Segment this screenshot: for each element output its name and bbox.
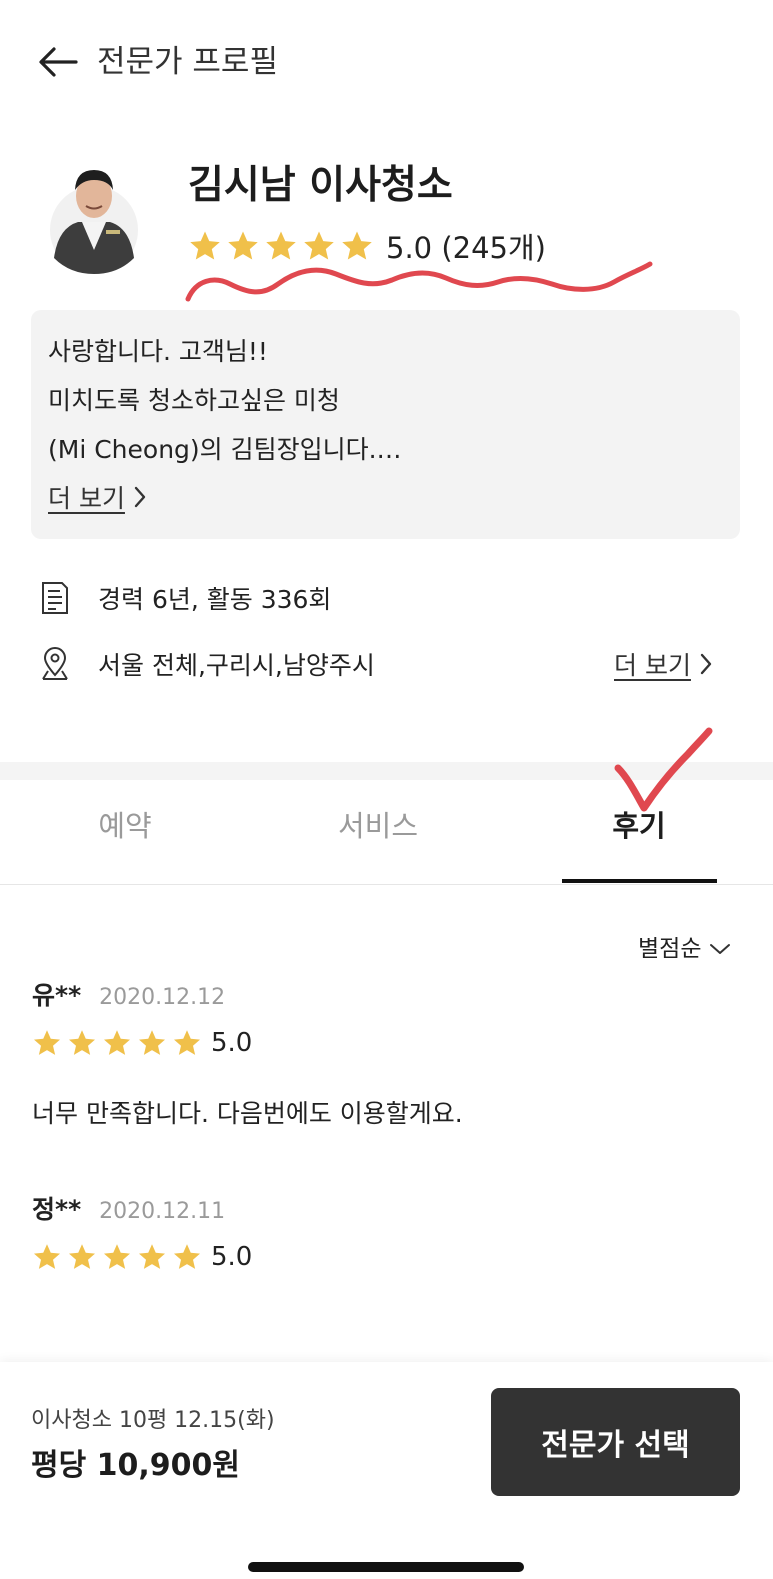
reviewer-name: 정** — [32, 1195, 82, 1224]
review-score: 5.0 — [211, 1028, 253, 1058]
active-tab-indicator — [562, 879, 717, 883]
intro-line: (Mi Cheong)의 김팀장입니다.… — [48, 435, 402, 464]
star-icon — [228, 231, 258, 260]
select-expert-button[interactable]: 전문가 선택 — [491, 1388, 740, 1496]
more-label: 더 보기 — [614, 651, 691, 680]
tab-reviews[interactable]: 후기 — [514, 800, 764, 852]
rating-summary: 5.0 (245개) — [188, 226, 546, 266]
tab-reservation[interactable]: 예약 — [0, 800, 250, 852]
back-button[interactable] — [34, 38, 82, 86]
review-header: 유** 2020.12.12 — [32, 976, 225, 1012]
star-rating — [32, 1242, 207, 1272]
area-info: 서울 전체,구리시,남양주시 — [40, 646, 375, 682]
review-header: 정** 2020.12.11 — [32, 1190, 225, 1226]
area-more-link[interactable]: 더 보기 — [614, 646, 713, 682]
intro-line: 사랑합니다. 고객님!! — [48, 337, 268, 366]
review-rating: 5.0 — [32, 1242, 252, 1272]
star-icon — [342, 231, 372, 260]
more-label: 더 보기 — [48, 484, 125, 513]
star-rating — [188, 229, 378, 263]
chevron-right-icon — [700, 653, 712, 675]
star-icon — [266, 231, 296, 260]
sort-dropdown[interactable]: 별점순 — [638, 932, 731, 966]
review-score: 5.0 — [211, 1242, 253, 1272]
page-title: 전문가 프로필 — [97, 44, 278, 80]
star-icon — [139, 1244, 165, 1269]
review-date: 2020.12.11 — [99, 1199, 226, 1224]
red-squiggle-underline — [185, 261, 653, 302]
expert-name: 김시남 이사청소 — [188, 163, 453, 208]
star-icon — [104, 1030, 130, 1055]
location-pin-icon — [42, 647, 68, 680]
sort-label: 별점순 — [638, 936, 702, 962]
star-icon — [104, 1244, 130, 1269]
rating-score: 5.0 (245개) — [386, 231, 546, 265]
document-icon — [42, 582, 68, 614]
star-icon — [69, 1030, 95, 1055]
career-info: 경력 6년, 활동 336회 — [40, 580, 331, 616]
star-icon — [174, 1030, 200, 1055]
star-icon — [304, 231, 334, 260]
area-text: 서울 전체,구리시,남양주시 — [98, 651, 375, 680]
section-divider — [0, 762, 773, 780]
star-icon — [139, 1030, 165, 1055]
star-icon — [69, 1244, 95, 1269]
star-icon — [34, 1244, 60, 1269]
tab-service[interactable]: 서비스 — [253, 800, 503, 852]
star-rating — [32, 1028, 207, 1058]
avatar — [48, 158, 140, 276]
review-rating: 5.0 — [32, 1028, 252, 1058]
home-indicator — [248, 1562, 524, 1572]
tab-divider — [0, 884, 773, 885]
review-text: 너무 만족합니다. 다음번에도 이용할게요. — [32, 1099, 463, 1128]
intro-more-link[interactable]: 더 보기 — [48, 479, 147, 515]
chevron-right-icon — [134, 486, 146, 508]
star-icon — [174, 1244, 200, 1269]
order-summary: 이사청소 10평 12.15(화) — [31, 1408, 275, 1433]
chevron-down-icon — [710, 944, 731, 954]
intro-line: 미치도록 청소하고싶은 미청 — [48, 386, 340, 415]
review-date: 2020.12.12 — [99, 985, 226, 1010]
star-icon — [34, 1030, 60, 1055]
arrow-left-icon — [39, 47, 78, 77]
order-price: 평당 10,900원 — [31, 1448, 241, 1483]
star-icon — [190, 231, 220, 260]
reviewer-name: 유** — [32, 981, 82, 1010]
career-text: 경력 6년, 활동 336회 — [98, 585, 332, 614]
